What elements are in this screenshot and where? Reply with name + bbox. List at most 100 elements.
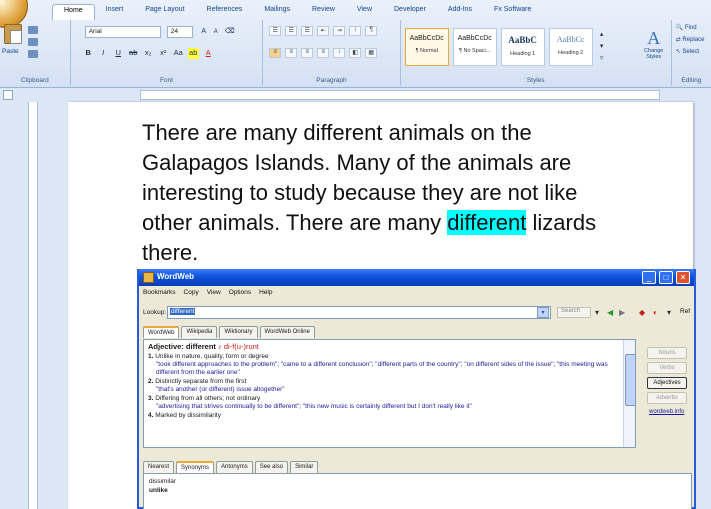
font-color-icon[interactable]: A: [203, 48, 214, 59]
bold-icon[interactable]: B: [83, 48, 94, 59]
definition-scrollbar[interactable]: [623, 340, 636, 447]
ref-dropdown-icon[interactable]: ▾: [667, 308, 671, 318]
increase-indent-icon[interactable]: ⇥: [333, 26, 346, 36]
tab-references[interactable]: References: [196, 4, 254, 20]
justify-icon[interactable]: ≡: [317, 48, 330, 58]
numbering-icon[interactable]: ☰: [285, 26, 298, 36]
change-styles-button[interactable]: A Change Styles: [637, 28, 671, 60]
styles-scroll-down-icon[interactable]: ▾: [597, 42, 607, 52]
paste-icon[interactable]: [4, 24, 22, 44]
synonym-item[interactable]: unlike: [149, 486, 686, 495]
tab-developer[interactable]: Developer: [383, 4, 437, 20]
synonym-item[interactable]: dissimilar: [149, 477, 686, 486]
align-right-icon[interactable]: ≡: [301, 48, 314, 58]
superscript-icon[interactable]: x²: [158, 48, 169, 59]
selected-word[interactable]: different: [447, 210, 527, 235]
source-tab-wordweb-online[interactable]: WordWeb Online: [259, 326, 315, 338]
show-marks-icon[interactable]: ¶: [365, 26, 378, 36]
styles-scroll-up-icon[interactable]: ▴: [597, 30, 607, 40]
source-tab-wiktionary[interactable]: Wiktionary: [219, 326, 258, 338]
align-center-icon[interactable]: ≡: [285, 48, 298, 58]
wordweb-title-bar[interactable]: WordWeb: [139, 269, 694, 286]
pronounce-icon[interactable]: ◐: [653, 308, 658, 318]
shading-icon[interactable]: ◧: [349, 48, 362, 58]
style-normal[interactable]: AaBbCcDc ¶ Normal: [404, 28, 449, 66]
search-dropdown-icon[interactable]: ▾: [595, 308, 599, 318]
style-heading-1[interactable]: AaBbC Heading 1: [500, 28, 545, 66]
tab-fx-software[interactable]: Fx Software: [483, 4, 542, 20]
bookmark-icon[interactable]: ◆: [639, 308, 645, 318]
close-icon[interactable]: ✕: [676, 271, 690, 284]
decrease-indent-icon[interactable]: ⇤: [317, 26, 330, 36]
vertical-ruler[interactable]: [28, 102, 38, 509]
menu-options[interactable]: Options: [229, 289, 251, 296]
tab-home[interactable]: Home: [52, 4, 95, 20]
relation-tab-similar[interactable]: Similar: [290, 461, 319, 473]
grow-font-icon[interactable]: A: [199, 27, 209, 37]
line-spacing-icon[interactable]: ↕: [333, 48, 346, 58]
relation-tab-nearest[interactable]: Nearest: [143, 461, 175, 473]
clear-format-icon[interactable]: ⌫: [225, 27, 235, 37]
subscript-icon[interactable]: x₂: [143, 48, 154, 59]
highlight-icon[interactable]: ab: [187, 48, 199, 59]
underline-icon[interactable]: U: [113, 48, 124, 59]
search-input[interactable]: Search: [557, 307, 591, 318]
back-icon[interactable]: ◀: [607, 308, 613, 318]
sense-2: 2. Distinctly separate from the first: [148, 378, 631, 386]
find-button[interactable]: 🔍 Find: [676, 24, 697, 31]
menu-view[interactable]: View: [207, 289, 221, 296]
wordweb-info-link[interactable]: wordweb.info: [649, 409, 684, 415]
tab-selector-icon[interactable]: [3, 90, 13, 100]
adverbs-button[interactable]: Adverbs: [647, 392, 687, 404]
synonyms-list[interactable]: dissimilar unlike: [143, 473, 692, 509]
verbs-button[interactable]: Verbs: [647, 362, 687, 374]
source-tab-wordweb[interactable]: WordWeb: [143, 326, 180, 338]
tab-view[interactable]: View: [346, 4, 383, 20]
font-name-input[interactable]: Arial: [84, 26, 161, 38]
forward-icon[interactable]: ▶: [619, 308, 625, 318]
replace-button[interactable]: ⇄ Replace: [676, 36, 705, 43]
style-no-spacing[interactable]: AaBbCcDc ¶ No Spaci...: [452, 28, 497, 66]
horizontal-ruler[interactable]: [140, 90, 660, 100]
tab-review[interactable]: Review: [301, 4, 346, 20]
definition-pane[interactable]: Adjective: different ♪ di-f(u-)runt 1. U…: [143, 339, 636, 448]
select-button[interactable]: ↖ Select: [676, 48, 699, 55]
lookup-dropdown-icon[interactable]: ▾: [537, 307, 549, 318]
change-case-icon[interactable]: Aa: [173, 48, 184, 59]
bullets-icon[interactable]: ☰: [269, 26, 282, 36]
tab-insert[interactable]: Insert: [95, 4, 135, 20]
format-painter-icon[interactable]: [28, 50, 38, 58]
sort-icon[interactable]: ↕: [349, 26, 362, 36]
minimize-icon[interactable]: _: [642, 271, 656, 284]
menu-copy[interactable]: Copy: [184, 289, 199, 296]
paste-label[interactable]: Paste: [2, 48, 19, 55]
tab-page-layout[interactable]: Page Layout: [134, 4, 195, 20]
align-left-icon[interactable]: ≡: [269, 48, 282, 58]
borders-icon[interactable]: ▦: [365, 48, 378, 58]
shrink-font-icon[interactable]: A: [211, 27, 221, 37]
ref-button[interactable]: Ref: [680, 308, 690, 315]
font-size-input[interactable]: 24: [166, 26, 193, 38]
lookup-input[interactable]: different: [167, 306, 551, 319]
relation-tab-synonyms[interactable]: Synonyms: [176, 461, 215, 473]
menu-help[interactable]: Help: [259, 289, 272, 296]
menu-bookmarks[interactable]: Bookmarks: [143, 289, 176, 296]
tab-mailings[interactable]: Mailings: [253, 4, 301, 20]
style-heading-2[interactable]: AaBbCc Heading 2: [548, 28, 593, 66]
relation-tab-antonyms[interactable]: Antonyms: [216, 461, 253, 473]
tab-add-ins[interactable]: Add-Ins: [437, 4, 483, 20]
styles-more-icon[interactable]: ▿: [597, 54, 607, 64]
source-tab-wikipedia[interactable]: Wikipedia: [181, 326, 218, 338]
strikethrough-icon[interactable]: ab: [128, 48, 139, 59]
maximize-icon[interactable]: □: [659, 271, 673, 284]
relation-tab-see-also[interactable]: See also: [254, 461, 289, 473]
cut-icon[interactable]: [28, 26, 38, 34]
change-styles-label: Change Styles: [644, 48, 664, 60]
adjectives-button[interactable]: Adjectives: [647, 377, 687, 389]
multilevel-list-icon[interactable]: ☰: [301, 26, 314, 36]
document-text[interactable]: There are many different animals on the …: [142, 118, 612, 268]
copy-icon[interactable]: [28, 38, 38, 46]
nouns-button[interactable]: Nouns: [647, 347, 687, 359]
pronounce-speaker-icon[interactable]: ♪: [218, 342, 222, 351]
italic-icon[interactable]: I: [98, 48, 109, 59]
